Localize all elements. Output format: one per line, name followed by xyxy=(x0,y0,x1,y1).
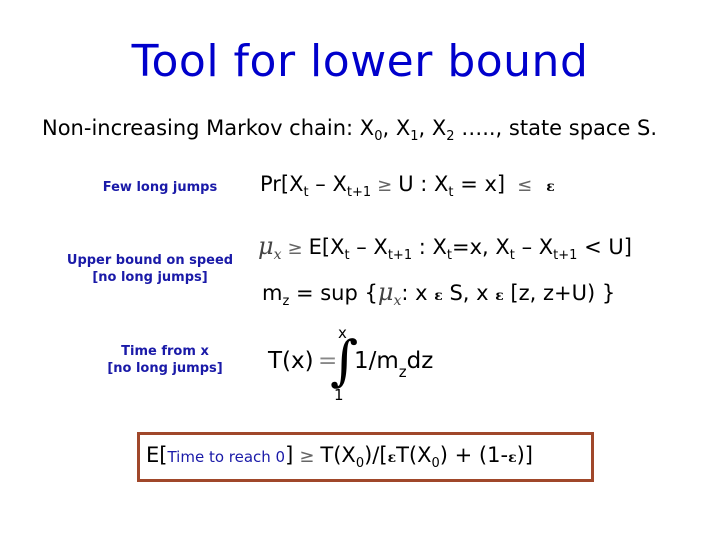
formula-part: T(X xyxy=(396,443,432,467)
label-line: Upper bound on speed xyxy=(66,253,234,268)
formula-part: U : X xyxy=(398,172,449,196)
geq-symbol: ≥ xyxy=(287,238,303,259)
formula-part: – X xyxy=(514,235,554,259)
formula-part: ) + (1- xyxy=(439,443,509,467)
subtitle: Non-increasing Markov chain: X0, X1, X2 … xyxy=(42,116,658,144)
label-line: [no long jumps] xyxy=(92,270,208,285)
formula-part: 1/m xyxy=(354,348,399,374)
subtitle-suffix: ….., state space S. xyxy=(454,116,658,140)
subscript: 2 xyxy=(446,129,455,144)
subscript: z xyxy=(398,363,407,381)
subscript: t+1 xyxy=(387,248,413,263)
few-long-jumps-label: Few long jumps xyxy=(102,180,218,195)
time-integral-formula: T(x) = x ∫ 1 1/mzdz xyxy=(268,324,458,406)
subscript: 0 xyxy=(374,129,383,144)
formula-part: : x xyxy=(401,281,435,305)
geq-symbol: ≥ xyxy=(377,175,393,196)
formula-part: ] xyxy=(285,443,294,467)
mu-letter: μ xyxy=(377,278,394,306)
subscript: 1 xyxy=(410,129,419,144)
mu-symbol: μx xyxy=(377,278,402,308)
label-line: Time from x xyxy=(121,344,209,359)
formula-part: [z, z+U) } xyxy=(503,281,616,305)
subtitle-prefix: Non-increasing Markov chain: xyxy=(42,116,360,140)
subscript: x xyxy=(273,247,282,263)
subscript: t+1 xyxy=(346,185,372,200)
m-z-definition: mz = sup {μx: x ε S, x ε [z, z+U) } xyxy=(262,278,616,308)
epsilon-symbol: ε xyxy=(387,450,397,466)
x-var: X xyxy=(395,116,411,140)
few-long-jumps-formula: Pr[Xt – Xt+1 ≥ U : Xt = x] ≤ ε xyxy=(260,172,555,199)
element-of-symbol: ε xyxy=(495,288,504,304)
formula-part: = x] xyxy=(453,172,506,196)
epsilon-symbol: ε xyxy=(546,179,555,195)
time-to-reach-zero: Time to reach 0 xyxy=(167,448,286,466)
geq-symbol: ≥ xyxy=(299,446,315,467)
formula-part: Pr[X xyxy=(260,172,304,196)
integrand: 1/mzdz xyxy=(354,348,434,380)
subscript: 0 xyxy=(431,456,440,471)
slide-title: Tool for lower bound xyxy=(131,36,589,87)
formula-part: dz xyxy=(406,348,434,374)
formula-lhs: T(x) xyxy=(268,348,314,374)
result-formula: E[Time to reach 0] ≥ T(X0)/[εT(X0) + (1-ε)… xyxy=(146,443,533,470)
formula-part: T(X xyxy=(320,443,356,467)
formula-part: – X xyxy=(308,172,347,196)
formula-part: S, x xyxy=(442,281,496,305)
formula-part: – X xyxy=(349,235,388,259)
x-var: X xyxy=(431,116,447,140)
leq-symbol: ≤ xyxy=(517,175,533,196)
formula-part: = sup { xyxy=(289,281,378,305)
formula-part: m xyxy=(262,281,283,305)
upper-bound-speed-label: Upper bound on speed [no long jumps] xyxy=(55,252,245,286)
formula-part: < U] xyxy=(577,235,632,259)
formula-part: E[X xyxy=(308,235,345,259)
epsilon-symbol: ε xyxy=(508,450,517,466)
formula-part: )/[ xyxy=(364,443,388,467)
mu-symbol: μx xyxy=(258,232,282,263)
formula-part: : X xyxy=(412,235,447,259)
subscript: 0 xyxy=(355,456,365,471)
integral-lower-limit: 1 xyxy=(334,386,344,404)
formula-part: )] xyxy=(516,443,533,467)
formula-part: =x, X xyxy=(452,235,510,259)
time-from-x-label: Time from x [no long jumps] xyxy=(90,343,240,377)
speed-formula: μx ≥ E[Xt – Xt+1 : Xt=x, Xt – Xt+1 < U] xyxy=(258,232,632,263)
element-of-symbol: ε xyxy=(434,288,443,304)
label-line: [no long jumps] xyxy=(107,361,223,376)
x-var: X xyxy=(359,116,375,140)
mu-letter: μ xyxy=(258,232,274,260)
formula-part: E[ xyxy=(146,443,168,467)
subscript: t+1 xyxy=(553,248,578,263)
